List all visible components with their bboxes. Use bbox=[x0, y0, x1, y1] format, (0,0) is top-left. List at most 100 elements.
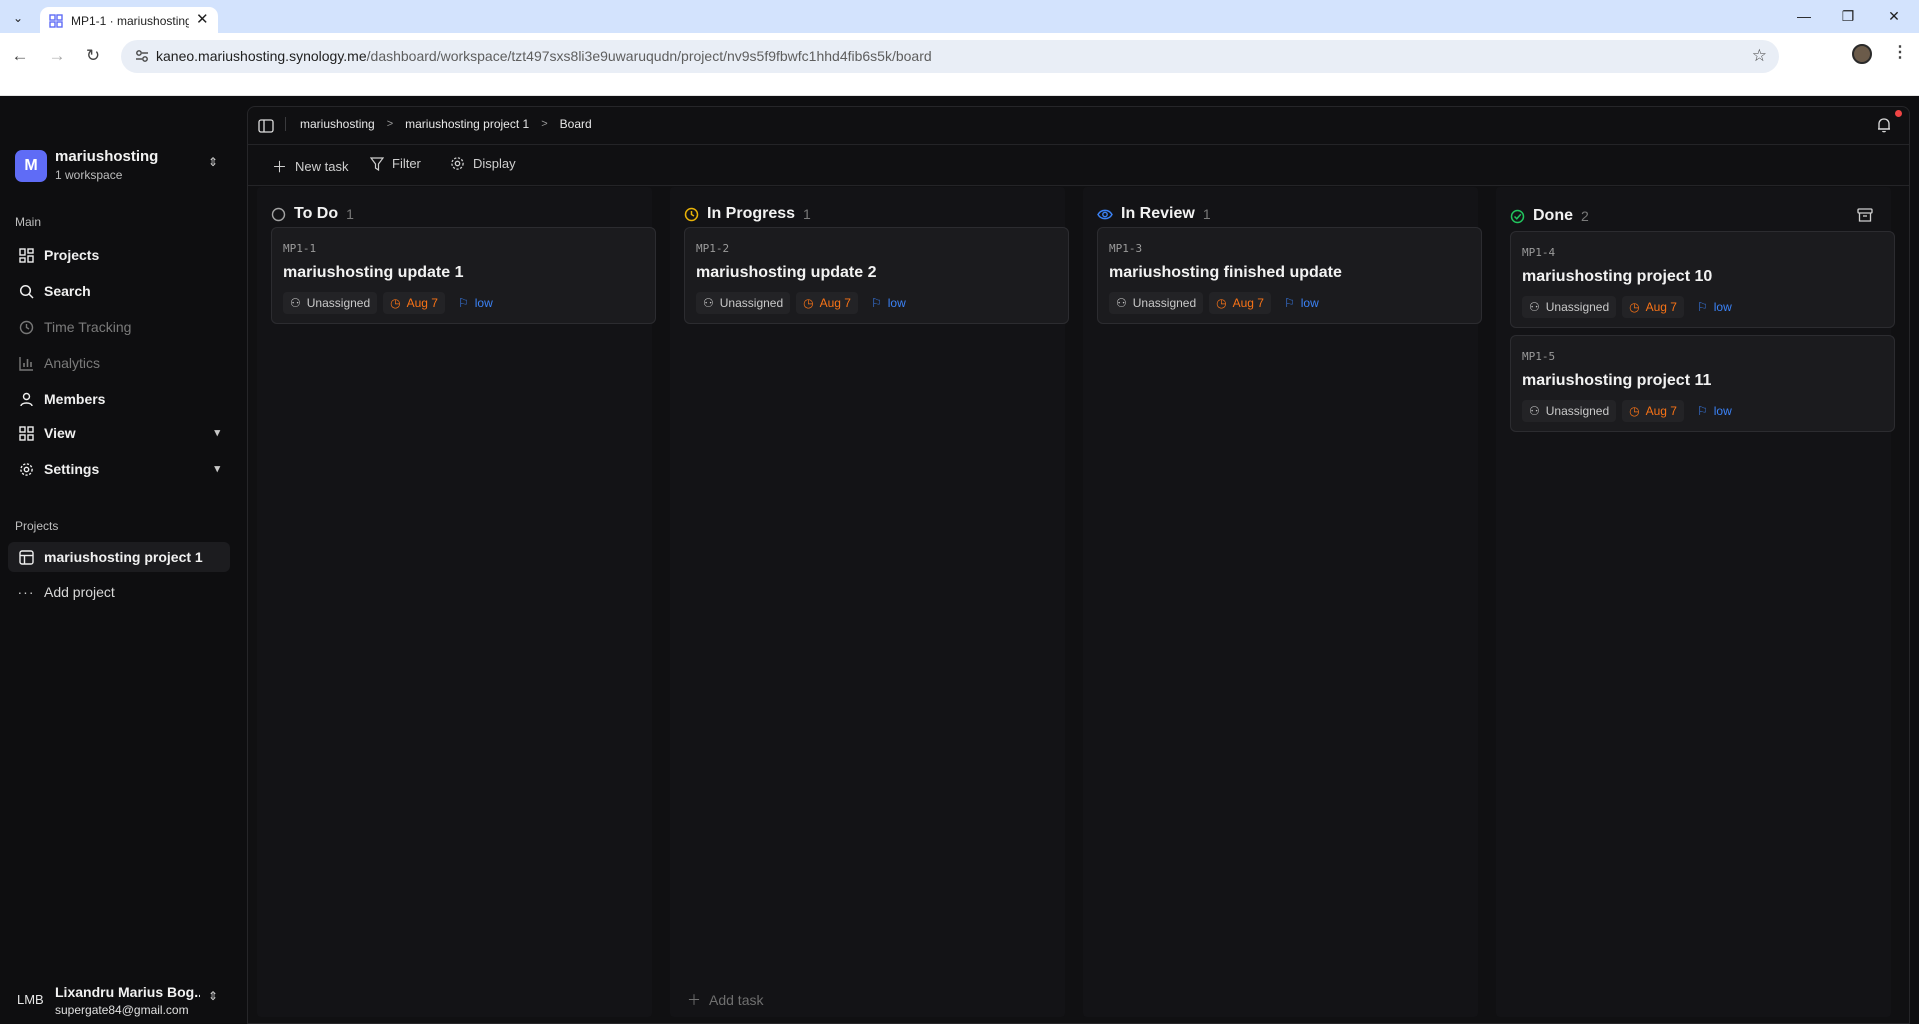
calendar-clock-icon: ◷ bbox=[1629, 300, 1640, 314]
assignee-badge[interactable]: ⚇ Unassigned bbox=[1522, 296, 1617, 318]
column-title: To Do bbox=[294, 205, 339, 222]
flag-icon: ⚐ bbox=[1696, 404, 1708, 418]
due-date-label: Aug 7 bbox=[1645, 300, 1677, 314]
priority-badge[interactable]: ⚐ low bbox=[864, 292, 913, 314]
sidebar-item-label: Time Tracking bbox=[44, 319, 132, 335]
filter-button[interactable]: Filter bbox=[370, 156, 421, 171]
reload-icon[interactable]: ↻ bbox=[82, 45, 104, 67]
search-icon bbox=[17, 282, 35, 300]
calendar-clock-icon: ◷ bbox=[803, 296, 814, 310]
archive-icon[interactable] bbox=[1857, 207, 1873, 223]
sidebar-item-label: Members bbox=[44, 391, 106, 407]
task-card[interactable]: MP1-1 mariushosting update 1 ⚇ Unassigned… bbox=[271, 227, 656, 324]
sidebar-project-item[interactable]: mariushosting project 1 bbox=[8, 542, 230, 572]
priority-badge[interactable]: ⚐ low bbox=[451, 292, 500, 314]
tab-close-icon[interactable]: ✕ bbox=[196, 10, 209, 30]
flag-icon: ⚐ bbox=[870, 296, 882, 310]
due-date-badge[interactable]: ◷ Aug 7 bbox=[1622, 296, 1684, 318]
workspace-logo[interactable]: M bbox=[15, 150, 47, 182]
bookmark-star-icon[interactable]: ☆ bbox=[1752, 46, 1767, 66]
site-settings-icon[interactable] bbox=[134, 48, 150, 64]
due-date-badge[interactable]: ◷ Aug 7 bbox=[1209, 292, 1271, 314]
board-favicon-icon bbox=[49, 14, 63, 28]
assignee-label: Unassigned bbox=[1545, 404, 1610, 418]
task-title: mariushosting project 10 bbox=[1522, 268, 1713, 285]
sidebar-item-members[interactable]: Members bbox=[8, 384, 230, 414]
sidebar: M mariushosting 1 workspace ⇕ Main Proje… bbox=[0, 97, 246, 1024]
tab-search-chevron-icon[interactable]: ⌄ bbox=[7, 9, 29, 27]
flag-icon: ⚐ bbox=[1283, 296, 1295, 310]
sidebar-item-time-tracking[interactable]: Time Tracking bbox=[8, 312, 230, 342]
due-date-badge[interactable]: ◷ Aug 7 bbox=[796, 292, 858, 314]
sidebar-item-view[interactable]: View ▾ bbox=[8, 418, 230, 448]
sidebar-item-search[interactable]: Search bbox=[8, 276, 230, 306]
breadcrumb-board[interactable]: Board bbox=[560, 117, 592, 131]
back-arrow-icon[interactable]: ← bbox=[9, 45, 31, 67]
add-project-button[interactable]: ··· Add project bbox=[8, 577, 230, 607]
column-title: In Progress bbox=[707, 205, 796, 222]
column-title: Done bbox=[1533, 207, 1573, 224]
due-date-badge[interactable]: ◷ Aug 7 bbox=[1622, 400, 1684, 422]
priority-badge[interactable]: ⚐ low bbox=[1690, 400, 1739, 422]
priority-badge[interactable]: ⚐ low bbox=[1277, 292, 1326, 314]
sidebar-item-settings[interactable]: Settings ▾ bbox=[8, 454, 230, 484]
clock-icon bbox=[17, 318, 35, 336]
minimize-icon[interactable]: — bbox=[1794, 7, 1814, 25]
user-icon: ⚇ bbox=[1529, 404, 1540, 418]
user-menu-toggle-icon[interactable]: ⇕ bbox=[208, 989, 218, 1003]
bell-icon[interactable] bbox=[1876, 117, 1892, 133]
profile-avatar[interactable] bbox=[1852, 44, 1872, 64]
column-done: Done 2 MP1-4 mariushosting project 10 ⚇ U… bbox=[1496, 187, 1895, 1017]
calendar-clock-icon: ◷ bbox=[1216, 296, 1227, 310]
column-header: In Review 1 bbox=[1097, 205, 1211, 223]
assignee-badge[interactable]: ⚇ Unassigned bbox=[283, 292, 378, 314]
breadcrumb-workspace[interactable]: mariushosting bbox=[300, 117, 375, 131]
url-host: kaneo.mariushosting.synology.me bbox=[156, 48, 367, 64]
table-icon bbox=[17, 548, 35, 566]
sidebar-item-label: Search bbox=[44, 283, 91, 299]
display-button[interactable]: Display bbox=[450, 156, 516, 171]
window-close-icon[interactable]: ✕ bbox=[1884, 7, 1904, 25]
workspace-name[interactable]: mariushosting bbox=[55, 148, 158, 165]
chevron-down-icon: ▾ bbox=[214, 427, 220, 439]
column-title: In Review bbox=[1121, 205, 1195, 222]
task-card[interactable]: MP1-4 mariushosting project 10 ⚇ Unassign… bbox=[1510, 231, 1895, 328]
user-email: supergate84@gmail.com bbox=[55, 1003, 189, 1017]
plus-icon: ＋ bbox=[687, 992, 701, 1008]
address-bar[interactable]: kaneo.mariushosting.synology.me/dashboar… bbox=[121, 40, 1779, 73]
due-date-badge[interactable]: ◷ Aug 7 bbox=[383, 292, 445, 314]
browser-tab[interactable]: MP1-1 · mariushosting ✕ bbox=[40, 7, 218, 34]
url-text[interactable]: kaneo.mariushosting.synology.me/dashboar… bbox=[156, 48, 932, 64]
filter-icon bbox=[370, 156, 384, 171]
workspace-switcher-icon[interactable]: ⇕ bbox=[208, 155, 218, 169]
add-task-button[interactable]: ＋ Add task bbox=[687, 990, 763, 1010]
column-header: Done 2 bbox=[1510, 207, 1589, 225]
assignee-badge[interactable]: ⚇ Unassigned bbox=[1522, 400, 1617, 422]
user-menu[interactable]: LMB Lixandru Marius Bog... supergate84@g… bbox=[0, 974, 246, 1024]
assignee-badge[interactable]: ⚇ Unassigned bbox=[696, 292, 791, 314]
assignee-badge[interactable]: ⚇ Unassigned bbox=[1109, 292, 1204, 314]
priority-badge[interactable]: ⚐ low bbox=[1690, 296, 1739, 318]
browser-menu-icon[interactable]: ⋮ bbox=[1892, 42, 1908, 62]
sidebar-project-label: mariushosting project 1 bbox=[44, 549, 203, 565]
restore-icon[interactable]: ❐ bbox=[1838, 7, 1858, 25]
grid-icon bbox=[17, 424, 35, 442]
forward-arrow-icon[interactable]: → bbox=[46, 45, 68, 67]
breadcrumb-project[interactable]: mariushosting project 1 bbox=[405, 117, 529, 131]
sidebar-item-projects[interactable]: Projects bbox=[8, 240, 230, 270]
task-card[interactable]: MP1-5 mariushosting project 11 ⚇ Unassign… bbox=[1510, 335, 1895, 432]
column-in-review: In Review 1 MP1-3 mariushosting finished… bbox=[1083, 187, 1482, 1017]
new-task-button[interactable]: ＋ New task bbox=[272, 156, 348, 177]
sidebar-item-analytics[interactable]: Analytics bbox=[8, 348, 230, 378]
workspace-subtitle: 1 workspace bbox=[55, 168, 123, 182]
gear-icon bbox=[451, 157, 464, 170]
column-count: 1 bbox=[803, 206, 811, 222]
task-card[interactable]: MP1-3 mariushosting finished update ⚇ Una… bbox=[1097, 227, 1482, 324]
notification-dot bbox=[1895, 110, 1902, 117]
task-card[interactable]: MP1-2 mariushosting update 2 ⚇ Unassigned… bbox=[684, 227, 1069, 324]
sidebar-toggle-icon[interactable] bbox=[258, 118, 274, 134]
top-bar: mariushosting > mariushosting project 1 … bbox=[248, 107, 1909, 145]
chevron-down-icon: ▾ bbox=[214, 463, 220, 475]
assignee-label: Unassigned bbox=[1545, 300, 1610, 314]
task-title: mariushosting project 11 bbox=[1522, 372, 1712, 389]
